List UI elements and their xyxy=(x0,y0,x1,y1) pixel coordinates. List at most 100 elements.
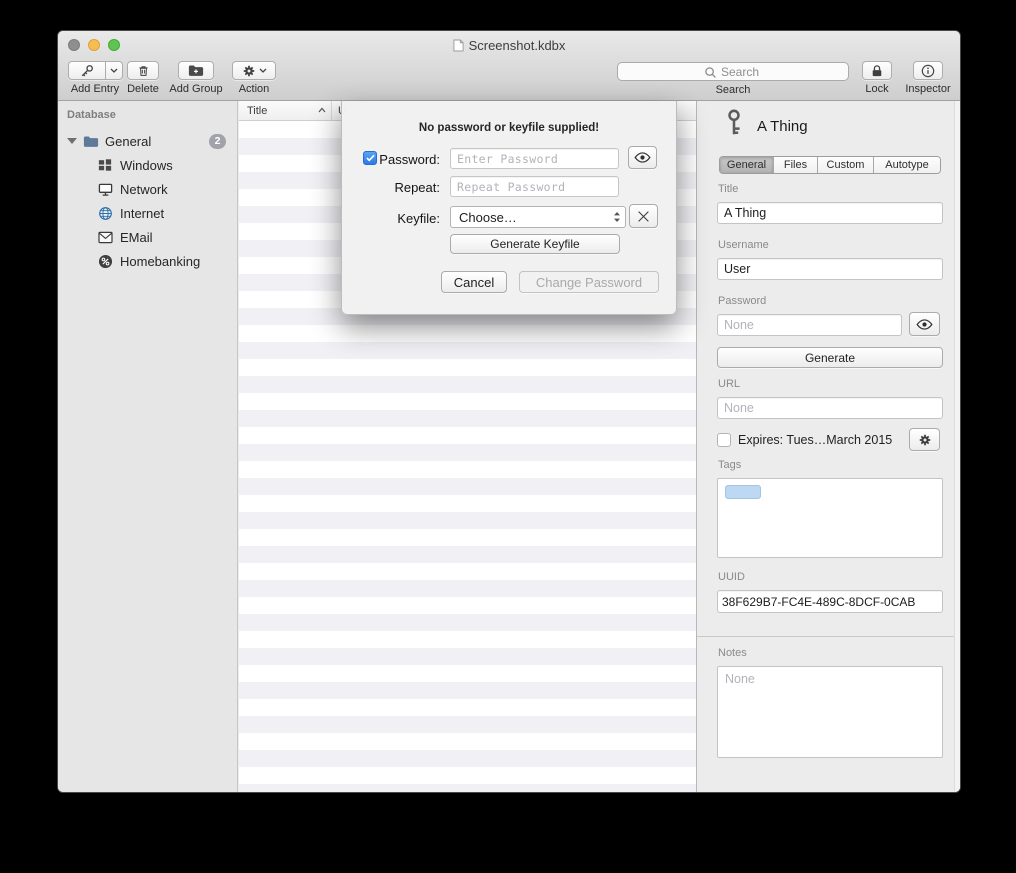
password-field-label: Password xyxy=(718,295,766,307)
action-label: Action xyxy=(230,83,278,95)
gear-icon xyxy=(242,64,256,78)
search-input[interactable] xyxy=(618,64,848,81)
delete-label: Delete xyxy=(124,83,162,95)
uuid-label: UUID xyxy=(718,571,745,583)
title-field[interactable] xyxy=(717,202,943,224)
sidebar-item-windows[interactable]: Windows xyxy=(58,153,237,177)
tab-custom[interactable]: Custom xyxy=(818,157,874,173)
keyfile-popup[interactable]: Choose… xyxy=(450,206,626,228)
entry-count-badge: 2 xyxy=(209,134,226,149)
lock-label: Lock xyxy=(858,83,896,95)
info-icon xyxy=(921,64,935,78)
notes-label: Notes xyxy=(718,647,747,659)
delete-button[interactable] xyxy=(127,61,159,80)
username-field-label: Username xyxy=(718,239,769,251)
stepper-icon xyxy=(613,211,621,223)
inspector-panel: A Thing General Files Custom Autotype Ti… xyxy=(696,101,961,792)
change-password-dialog: No password or keyfile supplied! Passwor… xyxy=(341,101,677,315)
url-field[interactable] xyxy=(717,397,943,419)
password-input[interactable] xyxy=(450,148,619,169)
window-title: Screenshot.kdbx xyxy=(469,38,566,53)
keyfile-label: Keyfile: xyxy=(342,211,440,226)
envelope-icon xyxy=(98,229,114,245)
show-password-button[interactable] xyxy=(628,146,657,169)
lock-toolbar-item: Lock xyxy=(858,61,896,95)
cancel-button[interactable]: Cancel xyxy=(441,271,507,293)
document-icon xyxy=(453,39,464,52)
add-entry-dropdown-button[interactable] xyxy=(106,61,123,80)
sidebar-item-email[interactable]: EMail xyxy=(58,225,237,249)
add-group-label: Add Group xyxy=(166,83,226,95)
sidebar-item-internet[interactable]: Internet xyxy=(58,201,237,225)
gear-icon xyxy=(918,433,932,447)
inspector-label: Inspector xyxy=(900,83,956,95)
folder-plus-icon xyxy=(188,64,204,77)
key-plus-icon xyxy=(80,64,94,78)
notes-box[interactable]: None xyxy=(717,666,943,758)
search-label: Search xyxy=(617,84,849,96)
clear-keyfile-button[interactable] xyxy=(629,204,658,228)
expires-checkbox[interactable] xyxy=(717,433,731,447)
app-window: Screenshot.kdbx Add Entry xyxy=(57,30,961,793)
dialog-message: No password or keyfile supplied! xyxy=(342,122,676,134)
sidebar-item-label: Network xyxy=(120,182,168,197)
key-icon xyxy=(722,109,746,137)
tab-general[interactable]: General xyxy=(720,157,774,173)
add-entry-label: Add Entry xyxy=(66,83,124,95)
add-entry-button[interactable] xyxy=(68,61,106,80)
titlebar[interactable]: Screenshot.kdbx xyxy=(58,31,960,59)
add-group-toolbar-item: Add Group xyxy=(166,61,226,95)
search-icon xyxy=(704,66,717,79)
sidebar-item-network[interactable]: Network xyxy=(58,177,237,201)
sidebar-item-label: Windows xyxy=(120,158,173,173)
expires-settings-button[interactable] xyxy=(909,428,940,451)
add-group-button[interactable] xyxy=(178,61,214,80)
inspector-divider xyxy=(697,636,961,637)
sidebar-item-label: EMail xyxy=(120,230,153,245)
search-toolbar-item: Search xyxy=(617,62,849,96)
lock-icon xyxy=(871,64,883,78)
eye-icon xyxy=(916,319,933,330)
expires-label: Expires: Tues…March 2015 xyxy=(738,433,892,447)
inspector-button[interactable] xyxy=(913,61,943,80)
uuid-field[interactable] xyxy=(717,590,943,613)
tab-autotype[interactable]: Autotype xyxy=(874,157,940,173)
inspector-toolbar-item: Inspector xyxy=(900,61,956,95)
password-label: Password: xyxy=(342,152,440,167)
percent-icon xyxy=(98,253,114,269)
tab-files[interactable]: Files xyxy=(774,157,818,173)
password-field[interactable] xyxy=(717,314,902,336)
repeat-password-input[interactable] xyxy=(450,176,619,197)
monitor-icon xyxy=(98,181,114,197)
column-header-title[interactable]: Title xyxy=(239,101,332,120)
sidebar-item-homebanking[interactable]: Homebanking xyxy=(58,249,237,273)
globe-icon xyxy=(98,205,114,221)
tag-chip[interactable] xyxy=(725,485,761,499)
sidebar-item-label: Internet xyxy=(120,206,164,221)
username-field[interactable] xyxy=(717,258,943,280)
generate-password-button[interactable]: Generate xyxy=(717,347,943,368)
column-title-label: Title xyxy=(247,105,267,117)
title-field-label: Title xyxy=(718,183,738,195)
sidebar-section-header: Database xyxy=(67,109,116,121)
change-password-button[interactable]: Change Password xyxy=(519,271,659,293)
eye-icon xyxy=(634,152,651,163)
sidebar-item-label: General xyxy=(105,134,151,149)
repeat-label: Repeat: xyxy=(342,180,440,195)
add-entry-toolbar-item: Add Entry xyxy=(66,61,124,95)
disclosure-triangle-icon[interactable] xyxy=(67,138,77,144)
delete-toolbar-item: Delete xyxy=(124,61,162,95)
inspector-scrollbar[interactable] xyxy=(954,101,961,792)
tags-box[interactable] xyxy=(717,478,943,558)
lock-button[interactable] xyxy=(862,61,892,80)
action-toolbar-item: Action xyxy=(230,61,278,95)
action-button[interactable] xyxy=(232,61,276,80)
reveal-password-button[interactable] xyxy=(909,312,940,336)
inspector-tabs: General Files Custom Autotype xyxy=(719,156,941,174)
sidebar-item-general[interactable]: General 2 xyxy=(58,129,237,153)
keyfile-popup-value: Choose… xyxy=(459,210,517,225)
close-x-icon xyxy=(637,210,650,223)
sidebar-item-label: Homebanking xyxy=(120,254,200,269)
generate-keyfile-button[interactable]: Generate Keyfile xyxy=(450,234,620,254)
folder-icon xyxy=(83,133,99,149)
